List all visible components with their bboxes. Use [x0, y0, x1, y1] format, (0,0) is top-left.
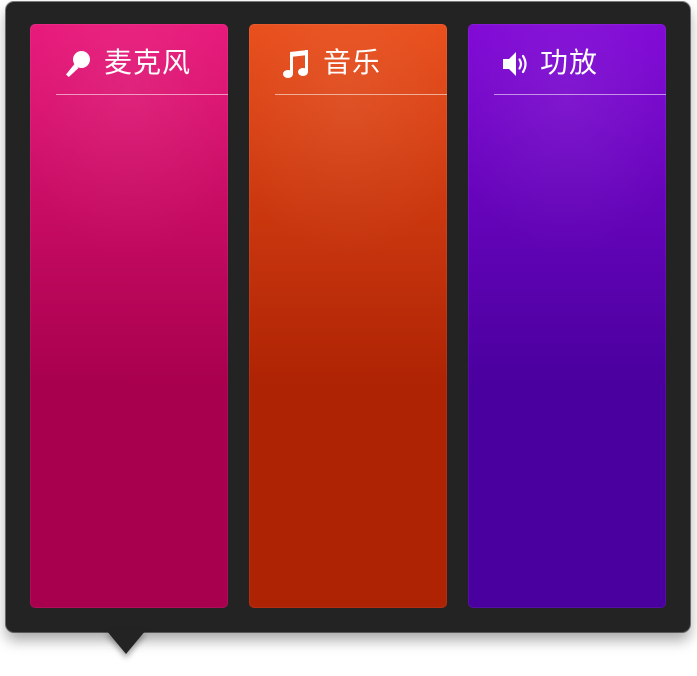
music-note-icon — [281, 48, 313, 80]
channel-title: 麦克风 — [104, 46, 192, 79]
microphone-icon — [62, 48, 94, 80]
channel-panel-music[interactable]: 音乐 — [249, 24, 447, 608]
speaker-icon — [500, 48, 532, 80]
audio-channel-popover: 麦克风 音乐 功放 — [6, 2, 690, 632]
popover-pointer — [106, 630, 146, 654]
channel-panel-microphone[interactable]: 麦克风 — [30, 24, 228, 608]
channel-header: 功放 — [494, 24, 666, 95]
channel-header: 麦克风 — [56, 24, 228, 95]
channel-header: 音乐 — [275, 24, 447, 95]
channel-title: 音乐 — [323, 46, 382, 79]
channel-panel-amplifier[interactable]: 功放 — [468, 24, 666, 608]
channel-title: 功放 — [540, 46, 599, 79]
